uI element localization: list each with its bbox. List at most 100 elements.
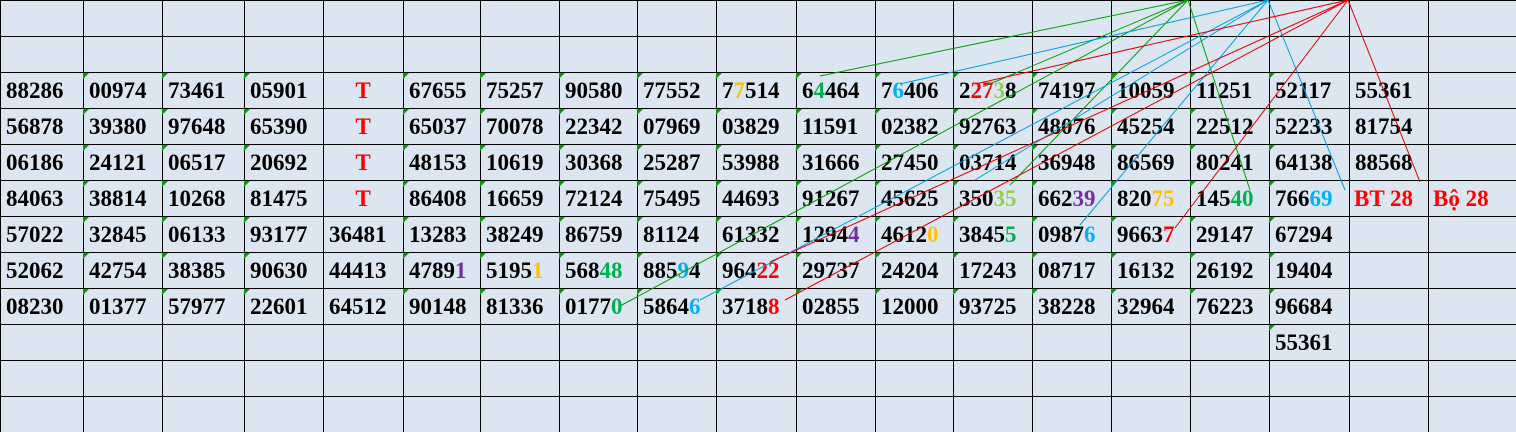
sheet-cell[interactable]: 82075 [1111,181,1190,217]
sheet-cell[interactable]: T [323,73,403,109]
sheet-cell[interactable]: 75257 [480,73,559,109]
sheet-cell[interactable]: 37188 [716,289,796,325]
sheet-cell[interactable]: 56878 [0,109,83,145]
sheet-cell[interactable]: 81475 [244,181,323,217]
sheet-cell[interactable]: 88594 [637,253,716,289]
sheet-cell[interactable]: 80241 [1190,145,1269,181]
sheet-cell[interactable]: 91267 [796,181,875,217]
sheet-cell[interactable]: 90630 [244,253,323,289]
sheet-cell[interactable]: 10619 [480,145,559,181]
sheet-cell[interactable]: 24121 [83,145,162,181]
sheet-cell[interactable]: 64138 [1269,145,1349,181]
sheet-cell[interactable]: 61332 [716,217,796,253]
sheet-cell[interactable]: 53988 [716,145,796,181]
sheet-cell[interactable]: T [323,109,403,145]
sheet-cell[interactable]: 73461 [162,73,244,109]
sheet-cell[interactable]: 55361 [1269,325,1349,361]
sheet-cell[interactable]: 06186 [0,145,83,181]
sheet-cell[interactable]: 52062 [0,253,83,289]
sheet-cell[interactable]: 36948 [1032,145,1111,181]
sheet-cell[interactable]: 22738 [953,73,1032,109]
sheet-cell[interactable]: 76223 [1190,289,1269,325]
sheet-cell[interactable]: 06133 [162,217,244,253]
sheet-cell[interactable]: 03829 [716,109,796,145]
sheet-cell[interactable]: 92763 [953,109,1032,145]
sheet-cell[interactable]: 10268 [162,181,244,217]
sheet-cell[interactable]: 06517 [162,145,244,181]
sheet-cell[interactable]: 76669 [1269,181,1349,217]
sheet-cell[interactable]: 86569 [1111,145,1190,181]
sheet-cell[interactable]: 10059 [1111,73,1190,109]
sheet-cell[interactable]: 32964 [1111,289,1190,325]
sheet-cell[interactable]: 93177 [244,217,323,253]
sheet-cell[interactable]: 47891 [403,253,480,289]
sheet-cell[interactable]: 35035 [953,181,1032,217]
sheet-cell[interactable]: 52233 [1269,109,1349,145]
sheet-cell[interactable]: 09876 [1032,217,1111,253]
sheet-cell[interactable]: 46120 [875,217,953,253]
sheet-cell[interactable]: 38249 [480,217,559,253]
sheet-cell[interactable]: 24204 [875,253,953,289]
sheet-cell[interactable]: 70078 [480,109,559,145]
sheet-cell[interactable]: 48153 [403,145,480,181]
sheet-cell[interactable]: 00974 [83,73,162,109]
sheet-cell[interactable]: 11591 [796,109,875,145]
sheet-cell[interactable]: 96422 [716,253,796,289]
sheet-cell[interactable]: 30368 [559,145,637,181]
sheet-cell[interactable]: 12000 [875,289,953,325]
sheet-cell[interactable]: BT 28 [1349,181,1428,217]
sheet-cell[interactable]: 25287 [637,145,716,181]
sheet-cell[interactable]: 77514 [716,73,796,109]
sheet-cell[interactable]: 22342 [559,109,637,145]
sheet-cell[interactable]: 86759 [559,217,637,253]
sheet-cell[interactable]: 31666 [796,145,875,181]
sheet-cell[interactable]: 38385 [162,253,244,289]
sheet-cell[interactable]: 96637 [1111,217,1190,253]
sheet-cell[interactable]: 88568 [1349,145,1428,181]
sheet-cell[interactable]: 81124 [637,217,716,253]
sheet-cell[interactable]: 17243 [953,253,1032,289]
sheet-cell[interactable]: 14540 [1190,181,1269,217]
sheet-cell[interactable]: 16132 [1111,253,1190,289]
sheet-cell[interactable]: 86408 [403,181,480,217]
sheet-cell[interactable]: 38228 [1032,289,1111,325]
sheet-cell[interactable]: 27450 [875,145,953,181]
sheet-cell[interactable]: 29147 [1190,217,1269,253]
sheet-cell[interactable]: 42754 [83,253,162,289]
sheet-cell[interactable]: 55361 [1349,73,1428,109]
sheet-cell[interactable]: 67655 [403,73,480,109]
sheet-cell[interactable]: 84063 [0,181,83,217]
sheet-cell[interactable]: 72124 [559,181,637,217]
sheet-cell[interactable]: 96684 [1269,289,1349,325]
sheet-cell[interactable]: 07969 [637,109,716,145]
sheet-cell[interactable]: 11251 [1190,73,1269,109]
sheet-cell[interactable]: 32845 [83,217,162,253]
sheet-cell[interactable]: 19404 [1269,253,1349,289]
sheet-cell[interactable]: 97648 [162,109,244,145]
sheet-cell[interactable]: 01377 [83,289,162,325]
sheet-cell[interactable]: T [323,181,403,217]
sheet-cell[interactable]: 81336 [480,289,559,325]
sheet-cell[interactable]: 29737 [796,253,875,289]
sheet-cell[interactable]: 74197 [1032,73,1111,109]
sheet-cell[interactable]: 08717 [1032,253,1111,289]
sheet-cell[interactable]: 36481 [323,217,403,253]
sheet-cell[interactable]: 45254 [1111,109,1190,145]
sheet-cell[interactable]: 45625 [875,181,953,217]
sheet-cell[interactable]: 90148 [403,289,480,325]
sheet-cell[interactable]: Bộ 28 [1428,181,1516,217]
sheet-cell[interactable]: 66239 [1032,181,1111,217]
sheet-cell[interactable]: 12944 [796,217,875,253]
sheet-cell[interactable]: 58646 [637,289,716,325]
sheet-cell[interactable]: 93725 [953,289,1032,325]
sheet-cell[interactable]: 02855 [796,289,875,325]
sheet-cell[interactable]: 01770 [559,289,637,325]
sheet-cell[interactable]: 26192 [1190,253,1269,289]
sheet-cell[interactable]: 56848 [559,253,637,289]
sheet-cell[interactable]: 51951 [480,253,559,289]
sheet-cell[interactable]: T [323,145,403,181]
sheet-cell[interactable]: 52117 [1269,73,1349,109]
sheet-cell[interactable]: 81754 [1349,109,1428,145]
sheet-cell[interactable]: 13283 [403,217,480,253]
sheet-cell[interactable]: 90580 [559,73,637,109]
